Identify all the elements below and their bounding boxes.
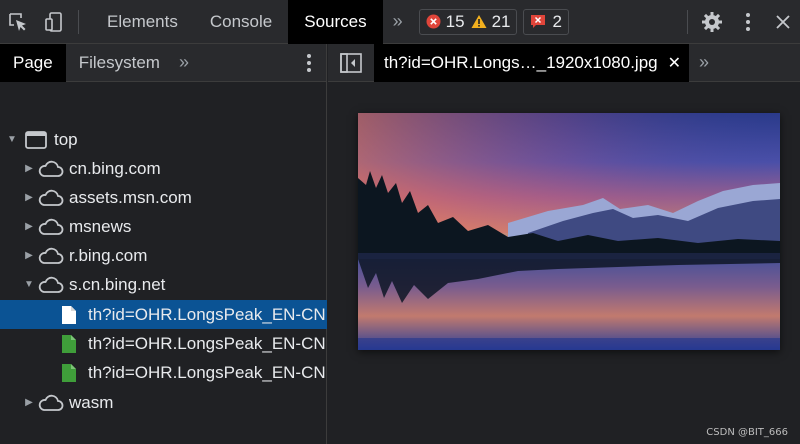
tree-item-top[interactable]: ▼ top [0,125,327,154]
editor-tab-open-file[interactable]: th?id=OHR.Longs…_1920x1080.jpg ✕ [374,43,690,82]
error-icon [426,14,441,29]
file-icon [62,305,76,324]
tree-item-label: msnews [69,216,132,236]
warning-icon [471,15,487,28]
tree-item-label: top [54,129,78,149]
tree-item-file[interactable]: th?id=OHR.LongsPeak_EN-CN [0,358,327,387]
collapsed-arrow-icon[interactable]: ▶ [23,163,35,175]
editor-tabs: th?id=OHR.Longs…_1920x1080.jpg ✕ » [328,43,800,82]
tab-console[interactable]: Console [194,0,288,44]
open-file-name: th?id=OHR.Longs…_1920x1080.jpg [384,52,658,72]
tree-item-domain[interactable]: ▶ assets.msn.com [0,183,327,212]
navigator-menu-kebab-icon[interactable] [306,44,312,82]
tree-item-label: th?id=OHR.LongsPeak_EN-CN [88,362,326,382]
cloud-icon [38,394,64,411]
close-tab-icon[interactable]: ✕ [668,53,681,73]
tree-item-label: r.bing.com [69,245,148,265]
cloud-icon [38,276,64,293]
editor-panel: th?id=OHR.Longs…_1920x1080.jpg ✕ » CSDN … [328,43,800,444]
navigator-panel: Page Filesystem » ▼ top ▶ cn.bing.com ▶ … [0,43,327,444]
warning-count-label: 21 [491,11,511,31]
error-count-label: 15 [445,11,465,31]
console-counts-badge[interactable]: 15 21 [418,8,518,35]
cloud-icon [38,218,64,235]
tree-item-file-selected[interactable]: th?id=OHR.LongsPeak_EN-CN [0,300,327,329]
tree-item-domain-expanded[interactable]: ▼ s.cn.bing.net [0,270,327,299]
more-editor-tabs-chevron-icon[interactable]: » [689,52,719,73]
mountain-lake-image [358,113,780,350]
frame-icon [25,130,47,149]
tab-sources[interactable]: Sources [288,0,383,44]
tree-item-label: assets.msn.com [69,187,192,207]
collapsed-arrow-icon[interactable]: ▶ [23,221,35,233]
issues-badge[interactable]: 2 [523,8,569,35]
collapsed-arrow-icon[interactable]: ▶ [23,250,35,262]
cloud-icon [38,189,64,206]
warning-count: 21 [471,11,511,32]
image-preview [358,113,780,350]
more-tabs-chevron-icon[interactable]: » [383,11,413,32]
toolbar-right [681,0,800,44]
device-toolbar-icon[interactable] [36,0,72,44]
file-icon [62,363,76,382]
tree-item-domain[interactable]: ▶ msnews [0,212,327,241]
tree-item-label: th?id=OHR.LongsPeak_EN-CN [88,304,326,324]
watermark-text: CSDN @BIT_666 [706,427,788,438]
tree-item-file[interactable]: th?id=OHR.LongsPeak_EN-CN [0,329,327,358]
toolbar-divider [687,10,688,34]
toggle-navigator-icon[interactable] [328,44,374,82]
tab-filesystem[interactable]: Filesystem [66,44,173,82]
navigator-tabs: Page Filesystem » [0,43,326,82]
tree-item-label: th?id=OHR.LongsPeak_EN-CN [88,333,326,353]
cloud-icon [38,160,64,177]
expanded-arrow-icon[interactable]: ▼ [6,134,18,146]
tab-elements[interactable]: Elements [91,0,194,44]
close-devtools-icon[interactable] [766,0,800,44]
expanded-arrow-icon[interactable]: ▼ [23,279,35,291]
more-options-kebab-icon[interactable] [730,0,766,44]
tree-item-label: cn.bing.com [69,158,161,178]
error-count: 15 [426,12,465,32]
issues-icon [531,15,546,28]
tree-item-label: wasm [69,392,114,412]
collapsed-arrow-icon[interactable]: ▶ [23,397,35,409]
devtools-toolbar: Elements Console Sources » 15 21 2 [0,0,800,44]
tree-item-domain[interactable]: ▶ r.bing.com [0,241,327,270]
toolbar-divider [78,9,79,34]
more-navigator-tabs-chevron-icon[interactable]: » [173,52,195,73]
tree-item-domain[interactable]: ▶ wasm [0,388,327,417]
cloud-icon [38,247,64,264]
collapsed-arrow-icon[interactable]: ▶ [23,192,35,204]
settings-gear-icon[interactable] [694,0,730,44]
tree-item-domain[interactable]: ▶ cn.bing.com [0,154,327,183]
inspect-element-icon[interactable] [0,0,36,44]
file-icon [62,334,76,353]
tree-item-label: s.cn.bing.net [69,274,166,294]
tab-page[interactable]: Page [0,43,66,82]
issues-count-label: 2 [552,11,562,31]
